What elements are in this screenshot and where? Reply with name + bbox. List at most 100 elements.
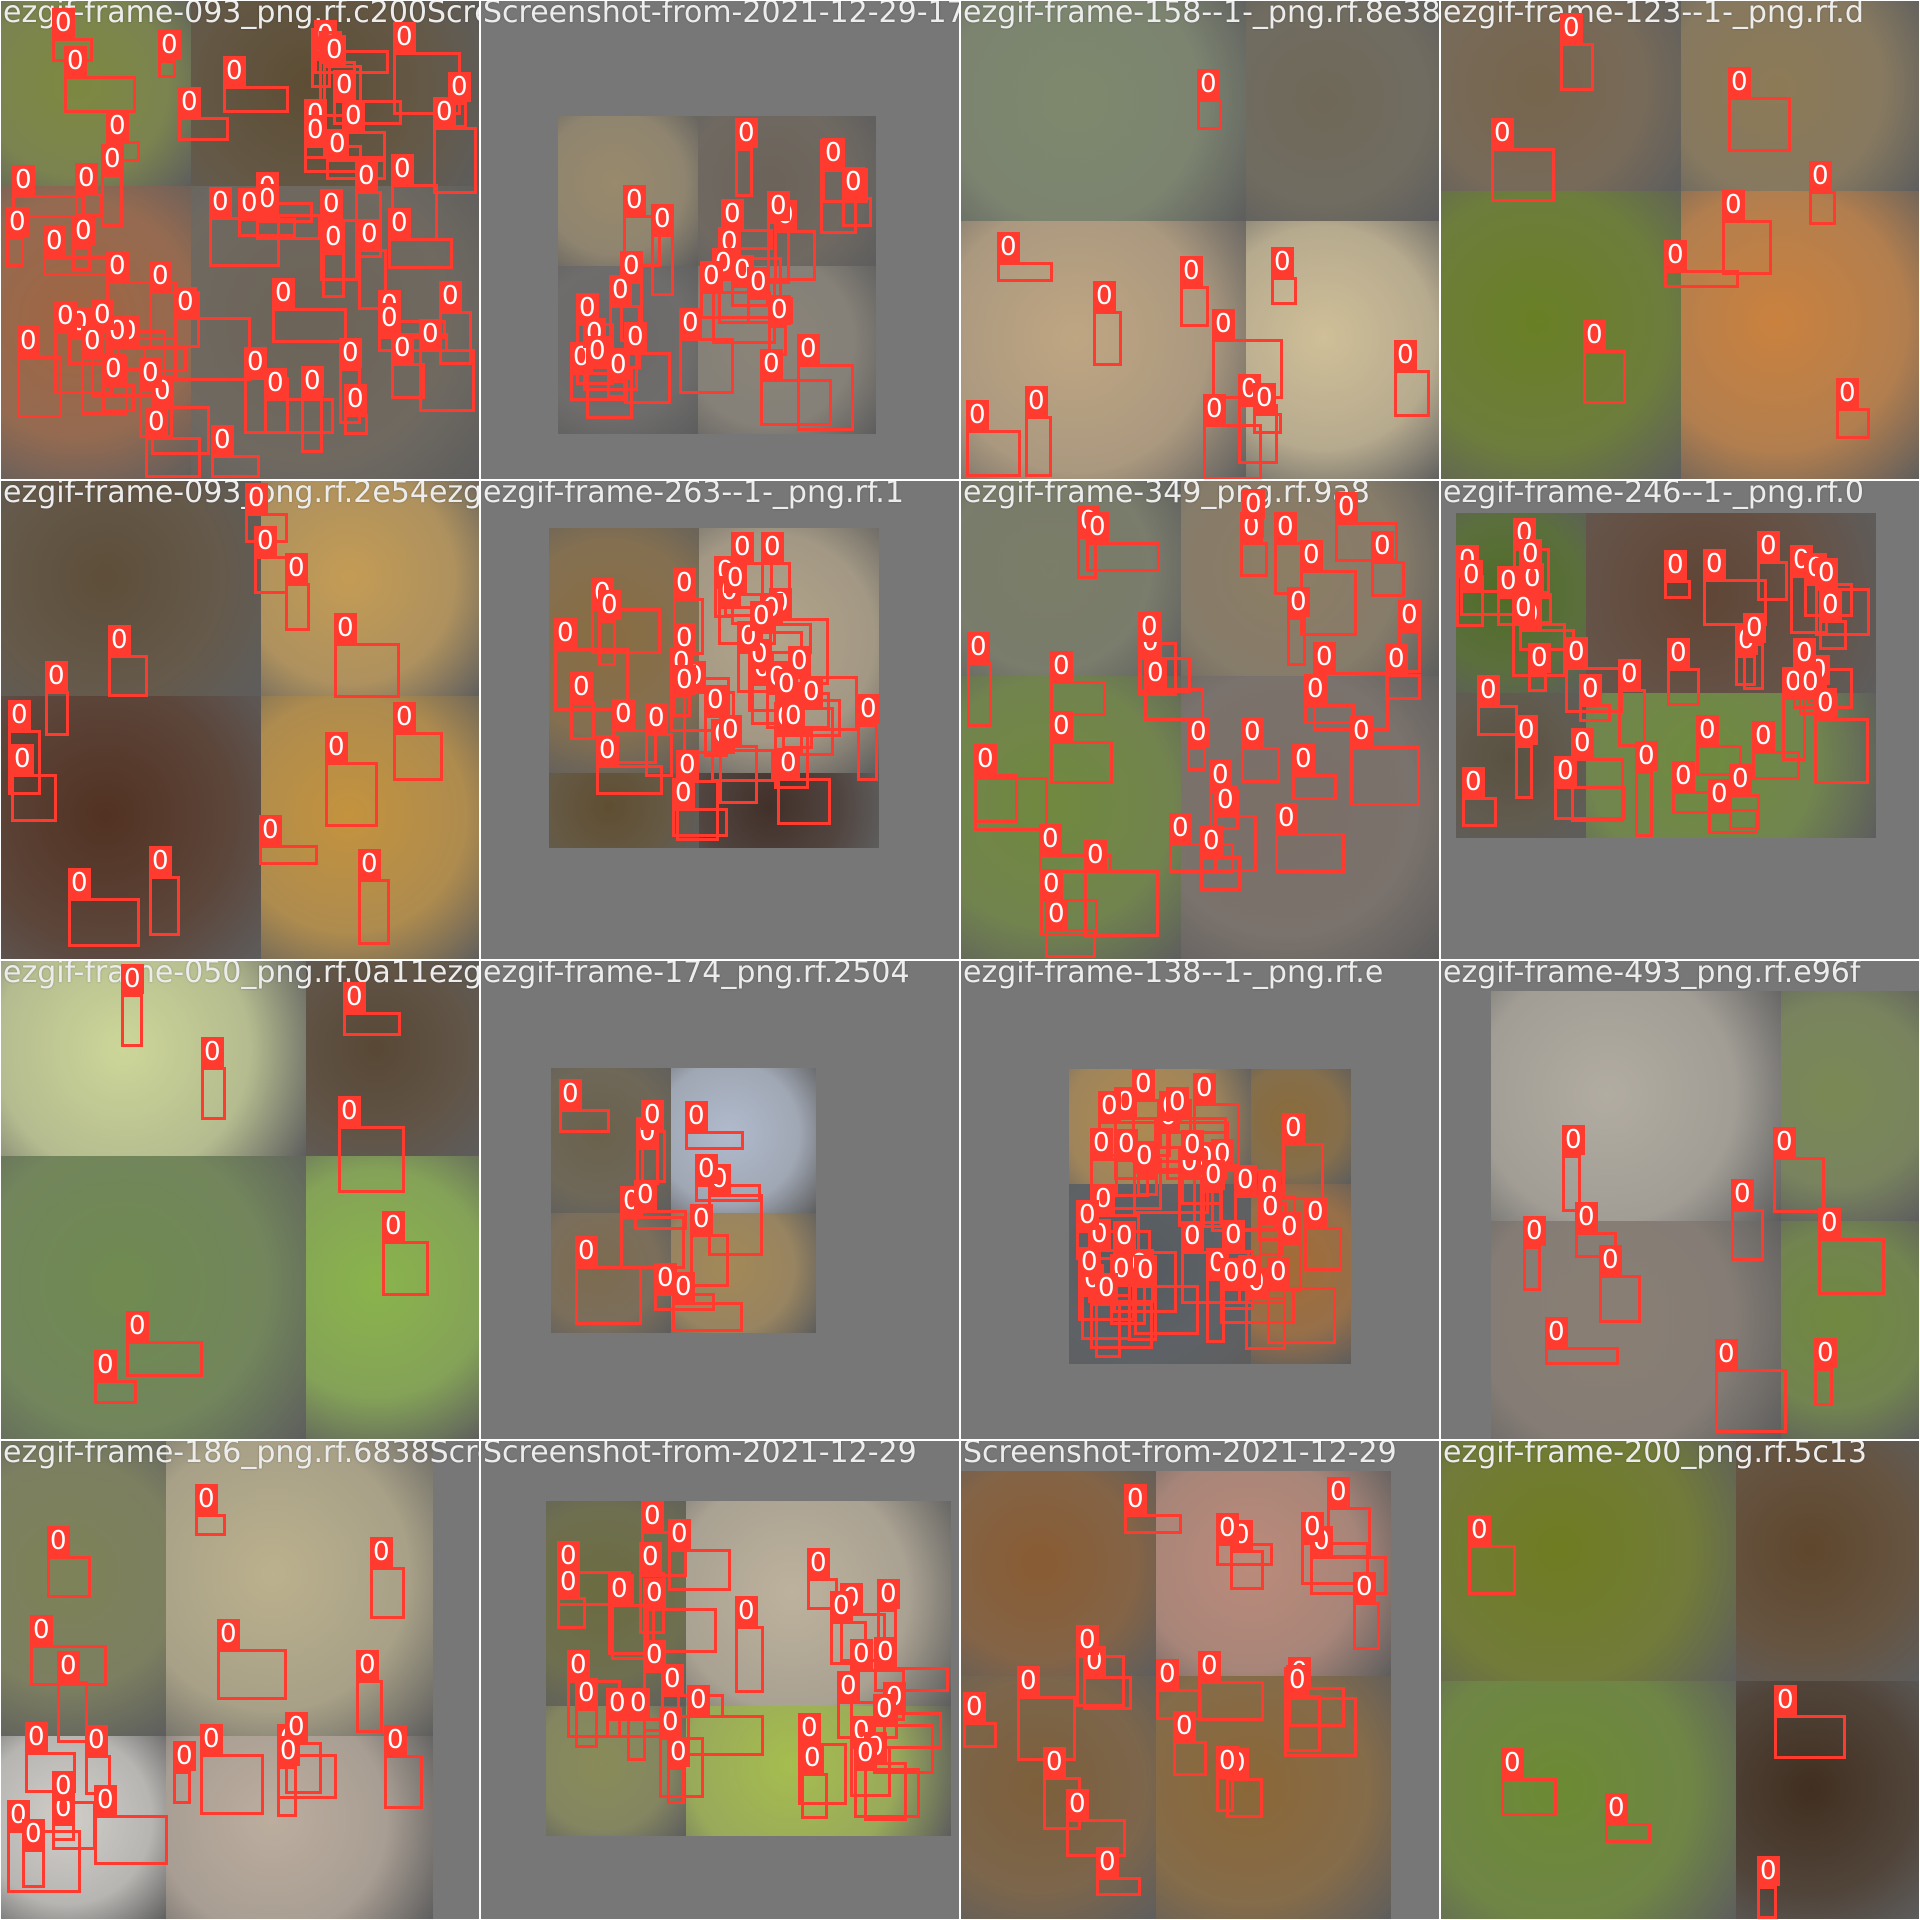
class-label: 0	[672, 1272, 695, 1302]
class-label: 0	[1394, 340, 1417, 370]
class-label: 0	[667, 1737, 690, 1767]
detection-box	[857, 724, 878, 781]
class-label: 0	[1497, 566, 1520, 596]
class-label: 0	[1385, 644, 1408, 674]
class-label: 0	[391, 333, 414, 363]
class-label: 0	[1286, 1665, 1309, 1695]
image-filename: ezgif-frame-138--1-_png.rf.e	[963, 960, 1384, 990]
detection-box	[1173, 1741, 1207, 1776]
mosaic-image	[1, 961, 479, 1439]
class-label: 0	[355, 161, 378, 191]
detection-box	[393, 732, 443, 781]
class-label: 0	[801, 1743, 824, 1773]
class-label: 0	[1181, 1130, 1204, 1160]
detection-box	[673, 695, 691, 717]
class-label: 0	[700, 261, 723, 291]
detection-box	[966, 430, 1021, 477]
detection-box	[1818, 1238, 1885, 1295]
class-label: 0	[334, 613, 357, 643]
detection-box	[1327, 1507, 1371, 1558]
class-label: 0	[822, 138, 845, 168]
class-label: 0	[259, 815, 282, 845]
detection-box	[1286, 1695, 1321, 1752]
detection-box	[1809, 191, 1836, 225]
detection-box	[575, 1708, 598, 1748]
detection-box	[6, 237, 24, 267]
class-label: 0	[391, 154, 414, 184]
class-label: 0	[1282, 1113, 1305, 1143]
detection-box	[1545, 1347, 1619, 1365]
detection-box	[45, 691, 69, 736]
detection-box	[559, 1109, 610, 1133]
detection-box	[1773, 1157, 1825, 1213]
detection-box	[1599, 1275, 1641, 1323]
class-label: 0	[1040, 869, 1063, 899]
class-label: 0	[1599, 1245, 1622, 1275]
detection-box	[1583, 350, 1626, 404]
class-label: 0	[1664, 550, 1687, 580]
class-label: 0	[760, 349, 783, 379]
class-label: 0	[338, 1096, 361, 1126]
detection-box	[343, 1012, 401, 1036]
detection-box	[1350, 746, 1420, 806]
class-label: 0	[554, 618, 577, 648]
class-label: 0	[1353, 1572, 1376, 1602]
class-label: 0	[1166, 1087, 1189, 1117]
class-label: 0	[873, 1694, 896, 1724]
class-label: 0	[272, 278, 295, 308]
class-label: 0	[607, 350, 630, 380]
class-label: 0	[1605, 1793, 1628, 1823]
mosaic-tile: ezgif-frame-349_png.rf.9a8 0 0 0 0 0 0 0 0 0 0 0 0 0 0…	[960, 480, 1440, 960]
detection-box	[64, 76, 136, 113]
class-label: 0	[874, 1637, 897, 1667]
class-label: 0	[1304, 1197, 1327, 1227]
detection-box	[767, 221, 790, 284]
detection-box	[94, 1380, 137, 1404]
detection-box	[121, 994, 143, 1047]
class-label: 0	[8, 700, 31, 730]
class-label: 0	[1076, 1200, 1099, 1230]
detection-box	[1086, 542, 1160, 572]
class-label: 0	[209, 187, 232, 217]
class-label: 0	[1025, 386, 1048, 416]
detection-box	[1304, 1227, 1342, 1271]
class-label: 0	[1575, 1202, 1598, 1232]
class-label: 0	[320, 189, 343, 219]
class-label: 0	[1304, 674, 1327, 704]
detection-box	[1477, 705, 1518, 736]
detection-box	[1528, 673, 1547, 692]
detection-box	[325, 762, 378, 827]
detection-box	[687, 1715, 764, 1756]
mosaic-tile: ezgif-frame-186_png.rf.6838Screenshot-fr…	[0, 1440, 480, 1920]
class-label: 0	[1579, 674, 1602, 704]
detection-box	[1757, 1886, 1777, 1919]
mosaic-tile: Screenshot-from-2021-12-29 0 0 0 0 0 0 0 0 0 0 0 0 0 0…	[960, 1440, 1440, 1920]
class-label: 0	[1703, 549, 1726, 579]
class-label: 0	[575, 1236, 598, 1266]
detection-box	[419, 349, 475, 412]
class-label: 0	[1818, 1208, 1841, 1238]
class-label: 0	[81, 326, 104, 356]
class-label: 0	[304, 115, 327, 145]
mosaic-tile: ezgif-frame-246--1-_png.rf.0 0 0 0 0 0 0 0 0 0 0 0 0…	[1440, 480, 1920, 960]
class-label: 0	[201, 1037, 224, 1067]
class-label: 0	[139, 358, 162, 388]
detection-box	[735, 1626, 764, 1693]
class-label: 0	[1729, 764, 1752, 794]
class-label: 0	[200, 1724, 223, 1754]
class-label: 0	[12, 165, 35, 195]
class-label: 0	[1271, 247, 1294, 277]
class-label: 0	[1241, 717, 1264, 747]
class-label: 0	[149, 261, 172, 291]
class-label: 0	[1259, 1192, 1282, 1222]
class-label: 0	[1757, 531, 1780, 561]
class-label: 0	[195, 1484, 218, 1514]
class-label: 0	[1836, 378, 1859, 408]
class-label: 0	[6, 207, 29, 237]
class-label: 0	[358, 219, 381, 249]
class-label: 0	[1093, 281, 1116, 311]
class-label: 0	[393, 22, 416, 52]
class-label: 0	[634, 1180, 657, 1210]
detection-box	[1554, 786, 1626, 820]
detection-box	[388, 238, 453, 269]
